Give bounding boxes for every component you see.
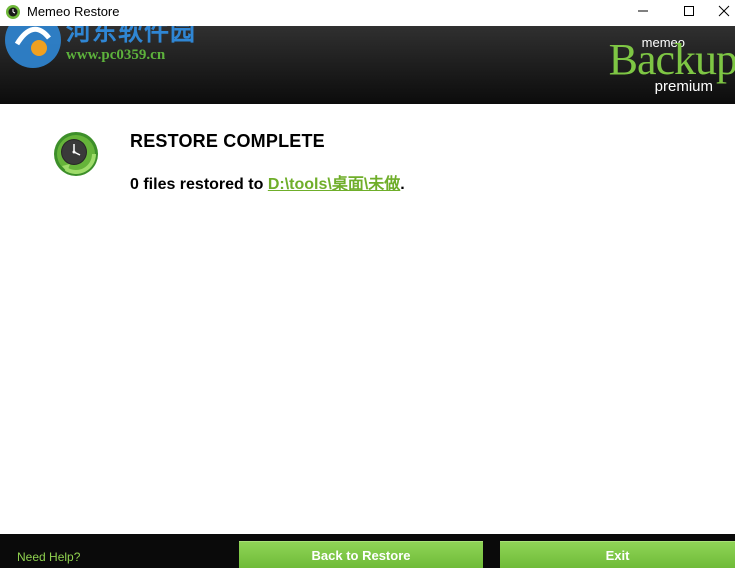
status-message-prefix: 0 files restored to [130,176,268,193]
watermark-url: www.pc0359.cn [66,47,166,63]
footer-bar: Need Help? Back to Restore Exit [0,534,735,568]
back-to-restore-button[interactable]: Back to Restore [239,541,483,568]
close-button[interactable] [712,0,735,26]
minimize-icon [637,4,649,22]
need-help-link[interactable]: Need Help? [17,550,80,564]
maximize-icon [683,4,695,22]
brand-premium: premium [654,78,713,95]
status-message-suffix: . [400,176,405,193]
title-bar: Memeo Restore [0,0,735,26]
brand-backup: Backup [608,35,735,84]
clock-refresh-icon [52,130,100,178]
memeo-restore-window: Memeo Restore 河东软件园 www.pc0359.cn memeo … [0,0,735,568]
status-message: 0 files restored to D:\tools\桌面\未做. [130,170,405,194]
minimize-button[interactable] [620,0,666,26]
memeo-app-icon [5,4,21,20]
status-heading: RESTORE COMPLETE [130,131,325,151]
exit-button[interactable]: Exit [500,541,735,568]
maximize-button[interactable] [666,0,712,26]
close-icon [718,4,730,22]
restore-path-link[interactable]: D:\tools\桌面\未做 [268,176,400,193]
header-banner: 河东软件园 www.pc0359.cn memeo Backup premium [0,26,735,104]
watermark-text: 河东软件园 [66,26,197,46]
window-title: Memeo Restore [27,4,120,19]
watermark-logo-icon [3,26,63,70]
memeo-backup-logo: memeo Backup premium [595,26,735,104]
